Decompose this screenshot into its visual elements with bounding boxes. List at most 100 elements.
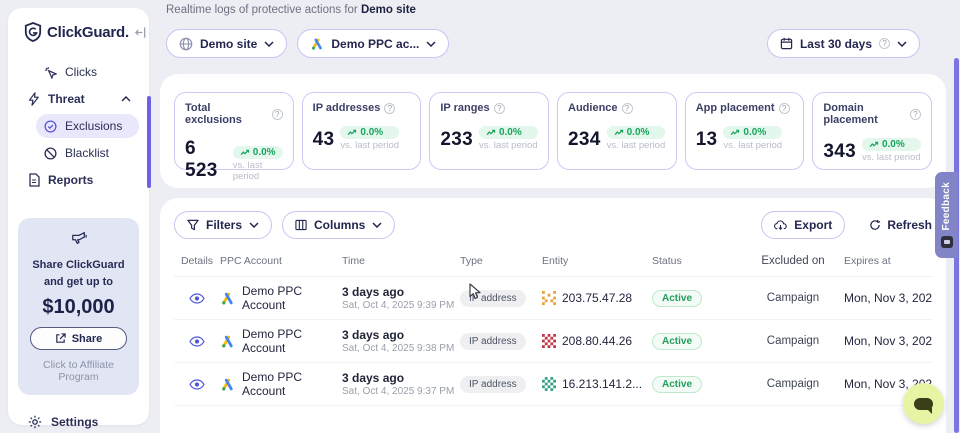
stat-label: App placement: [696, 102, 775, 114]
stats-panel: Total exclusions 6 523 0.0% vs. last per…: [160, 74, 946, 188]
col-ppc-account: PPC Account: [220, 255, 342, 267]
collapse-sidebar-icon[interactable]: [134, 26, 147, 39]
filters-label: Filters: [206, 218, 242, 232]
view-details-eye-icon[interactable]: [189, 293, 205, 304]
columns-button[interactable]: Columns: [282, 211, 395, 239]
stat-value: 6 523: [185, 138, 227, 182]
filter-bar: Demo site Demo PPC ac... Last 30 days: [166, 29, 920, 58]
export-button[interactable]: Export: [761, 211, 845, 239]
filters-button[interactable]: Filters: [174, 211, 272, 239]
help-icon[interactable]: [779, 103, 790, 114]
time-relative: 3 days ago: [342, 371, 460, 385]
sidebar-item-threat[interactable]: Threat: [18, 87, 139, 111]
google-ads-icon: [310, 37, 324, 51]
gear-icon: [28, 415, 42, 429]
sidebar-scrollbar[interactable]: [147, 96, 151, 188]
type-badge: IP address: [460, 333, 526, 350]
time-absolute: Sat, Oct 4, 2025 9:39 PM: [342, 300, 460, 311]
help-icon[interactable]: [494, 103, 505, 114]
stat-label: IP addresses: [313, 102, 381, 114]
share-button[interactable]: Share: [30, 327, 127, 350]
settings-label: Settings: [51, 415, 98, 429]
excluded-on-value: Campaign: [756, 292, 830, 304]
sidebar-item-label: Blacklist: [65, 146, 109, 160]
calendar-icon: [780, 37, 793, 50]
trend-badge: 0.0%: [862, 138, 921, 151]
table-row[interactable]: Demo PPC Account 3 days agoSat, Oct 4, 2…: [174, 320, 932, 363]
ppc-account-filter-value: Demo PPC ac...: [331, 37, 419, 51]
stat-value: 13: [696, 129, 718, 151]
col-status: Status: [652, 255, 756, 267]
view-details-eye-icon[interactable]: [189, 379, 205, 390]
sidebar-nav: Clicks Threat Exclusions Blacklist: [18, 60, 139, 192]
share-button-label: Share: [72, 333, 103, 345]
status-badge: Active: [652, 376, 702, 393]
view-details-eye-icon[interactable]: [189, 336, 205, 347]
ppc-account-filter-dropdown[interactable]: Demo PPC ac...: [297, 29, 449, 58]
site-filter-dropdown[interactable]: Demo site: [166, 29, 287, 58]
help-icon[interactable]: [384, 103, 395, 114]
excluded-on-value: Campaign: [756, 378, 830, 390]
chat-bubble-icon: [914, 398, 933, 410]
sidebar-item-label: Exclusions: [65, 119, 122, 133]
logs-panel: Filters Columns Export Refresh: [160, 198, 946, 433]
sidebar-item-settings[interactable]: Settings: [18, 415, 139, 429]
stat-value: 234: [568, 129, 601, 151]
col-entity: Entity: [542, 255, 652, 267]
table-row[interactable]: Demo PPC Account 3 days agoSat, Oct 4, 2…: [174, 277, 932, 320]
stat-card-app-placement: App placement 13 0.0% vs. last period: [685, 92, 805, 170]
affiliate-promo-card: Share ClickGuard and get up to $10,000 S…: [18, 218, 139, 395]
help-icon[interactable]: [910, 109, 921, 120]
entity-value: 208.80.44.26: [562, 334, 632, 348]
col-excluded-on: Excluded on: [756, 255, 830, 267]
external-link-icon: [55, 333, 66, 344]
help-icon[interactable]: [622, 103, 633, 114]
col-time: Time: [342, 255, 460, 267]
col-type: Type: [460, 255, 542, 267]
chat-launcher-button[interactable]: [903, 383, 944, 424]
help-icon[interactable]: [879, 38, 890, 49]
time-absolute: Sat, Oct 4, 2025 9:37 PM: [342, 386, 460, 397]
excluded-on-value: Campaign: [756, 335, 830, 347]
stat-card-audience: Audience 234 0.0% vs. last period: [557, 92, 677, 170]
chevron-down-icon: [372, 222, 382, 228]
table-toolbar: Filters Columns Export Refresh: [174, 211, 932, 239]
entity-value: 203.75.47.28: [562, 291, 632, 305]
sidebar-item-clicks[interactable]: Clicks: [36, 60, 139, 84]
stat-card-ip-ranges: IP ranges 233 0.0% vs. last period: [429, 92, 549, 170]
exclusions-check-icon: [44, 120, 57, 133]
chevron-up-icon: [121, 96, 131, 102]
stat-card-total-exclusions: Total exclusions 6 523 0.0% vs. last per…: [174, 92, 294, 170]
entity-identicon: [542, 377, 556, 391]
sidebar-item-exclusions[interactable]: Exclusions: [36, 114, 139, 138]
refresh-button[interactable]: Refresh: [869, 218, 932, 232]
export-label: Export: [794, 218, 832, 232]
ppc-account-name: Demo PPC Account: [242, 370, 342, 398]
threat-icon: [28, 92, 40, 106]
stat-card-ip-addresses: IP addresses 43 0.0% vs. last period: [302, 92, 422, 170]
sidebar-item-blacklist[interactable]: Blacklist: [36, 141, 139, 165]
table-header-row: Details PPC Account Time Type Entity Sta…: [174, 255, 932, 277]
subtitle-site-name: Demo site: [361, 4, 416, 16]
stat-label: Audience: [568, 102, 618, 114]
refresh-icon: [869, 219, 881, 231]
date-range-dropdown[interactable]: Last 30 days: [767, 29, 920, 58]
help-icon[interactable]: [272, 109, 283, 120]
sidebar-item-label: Reports: [48, 173, 93, 187]
stat-sub: vs. last period: [233, 160, 283, 182]
sidebar-item-reports[interactable]: Reports: [18, 168, 139, 192]
chevron-down-icon: [264, 41, 274, 47]
stat-label: IP ranges: [440, 102, 489, 114]
expires-at-value: Mon, Nov 3, 2025: [830, 334, 932, 348]
trend-up-icon: [730, 129, 740, 136]
stat-label: Domain placement: [823, 102, 906, 126]
chevron-down-icon: [426, 41, 436, 47]
table-row[interactable]: Demo PPC Account 3 days agoSat, Oct 4, 2…: [174, 363, 932, 406]
trend-badge: 0.0%: [723, 126, 782, 139]
feedback-tab[interactable]: Feedback: [935, 172, 958, 258]
status-badge: Active: [652, 290, 702, 307]
stat-label: Total exclusions: [185, 102, 268, 126]
trend-badge: 0.0%: [479, 126, 538, 139]
stat-value: 43: [313, 129, 335, 151]
entity-value: 16.213.141.2...: [562, 377, 642, 391]
